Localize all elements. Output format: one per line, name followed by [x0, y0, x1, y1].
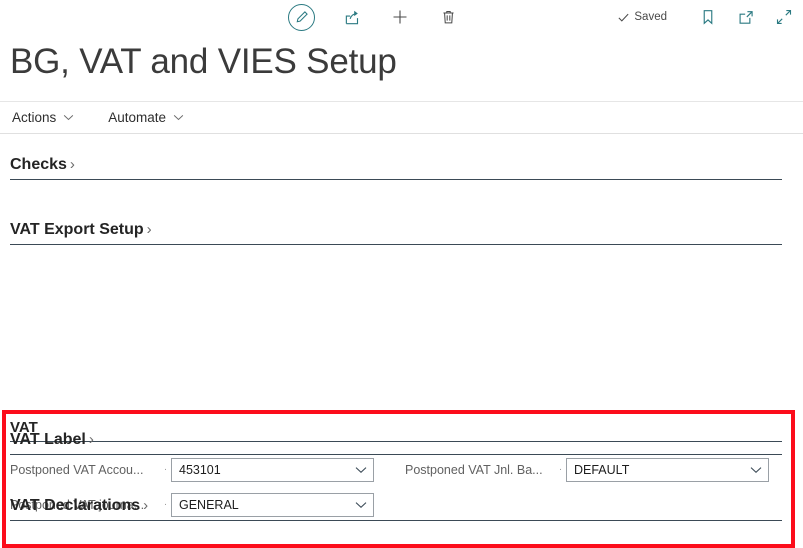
chevron-down-icon [64, 115, 74, 121]
menu-actions[interactable]: Actions [12, 110, 74, 125]
saved-label: Saved [634, 11, 667, 23]
status-badge-saved: Saved [617, 11, 667, 24]
section-vat-export-setup[interactable]: VAT Export Setup › [10, 221, 782, 245]
plus-icon[interactable] [389, 6, 411, 28]
chevron-down-icon [173, 115, 184, 121]
page-title: BG, VAT and VIES Setup [10, 42, 397, 81]
field-postponed-vat-account-label: Postponed VAT Accou... [10, 463, 144, 477]
open-in-new-window-icon[interactable] [735, 6, 757, 28]
menu-automate[interactable]: Automate [108, 110, 184, 125]
command-bar-left-group [288, 0, 459, 34]
chevron-right-icon: › [146, 221, 152, 238]
actions-bar: Actions Automate [0, 101, 803, 134]
section-vat-declarations-label: VAT Declarations [10, 497, 141, 514]
section-checks-label: Checks [10, 156, 67, 173]
section-vat-export-setup-header[interactable]: VAT Export Setup › [10, 221, 782, 245]
field-postponed-vat-jnl-batch-label: Postponed VAT Jnl. Ba... [405, 463, 543, 477]
chevron-right-icon: › [143, 497, 149, 514]
label-separator-dot: · [163, 464, 168, 475]
section-checks-header[interactable]: Checks › [10, 156, 782, 180]
page-content: Checks › VAT Export Setup › VAT Postpone… [0, 134, 803, 548]
chevron-right-icon: › [69, 156, 75, 173]
bookmark-icon[interactable] [697, 6, 719, 28]
label-separator-dot: · [558, 464, 563, 475]
checkmark-icon [618, 13, 629, 22]
field-postponed-vat-jnl-batch-row: Postponed VAT Jnl. Ba... · [405, 458, 769, 482]
share-icon[interactable] [341, 6, 363, 28]
section-vat-label-header[interactable]: VAT Label › [10, 431, 782, 455]
chevron-right-icon: › [88, 431, 94, 448]
command-bar: Saved [0, 0, 803, 34]
field-postponed-vat-jnl-batch-input[interactable] [567, 459, 768, 481]
field-postponed-vat-jnl-batch-control[interactable] [566, 458, 769, 482]
menu-actions-label: Actions [12, 110, 57, 125]
menu-automate-label: Automate [108, 110, 167, 125]
chevron-down-icon[interactable] [750, 466, 762, 474]
chevron-down-icon[interactable] [355, 466, 367, 474]
field-postponed-vat-account-control[interactable] [171, 458, 374, 482]
field-postponed-vat-account-row: Postponed VAT Accou... · [10, 458, 405, 482]
edit-pencil-icon[interactable] [288, 3, 315, 31]
field-postponed-vat-account-input[interactable] [172, 459, 373, 481]
section-vat-export-setup-label: VAT Export Setup [10, 221, 144, 238]
command-bar-right-group: Saved [617, 0, 795, 34]
section-checks[interactable]: Checks › [10, 156, 782, 180]
section-vat-label-label: VAT Label [10, 431, 86, 448]
trash-icon[interactable] [437, 6, 459, 28]
section-vat-declarations-header[interactable]: VAT Declarations › [10, 497, 782, 521]
section-vat-label[interactable]: VAT Label › [10, 431, 782, 455]
expand-fullscreen-icon[interactable] [773, 6, 795, 28]
section-vat-declarations[interactable]: VAT Declarations › [10, 497, 782, 521]
